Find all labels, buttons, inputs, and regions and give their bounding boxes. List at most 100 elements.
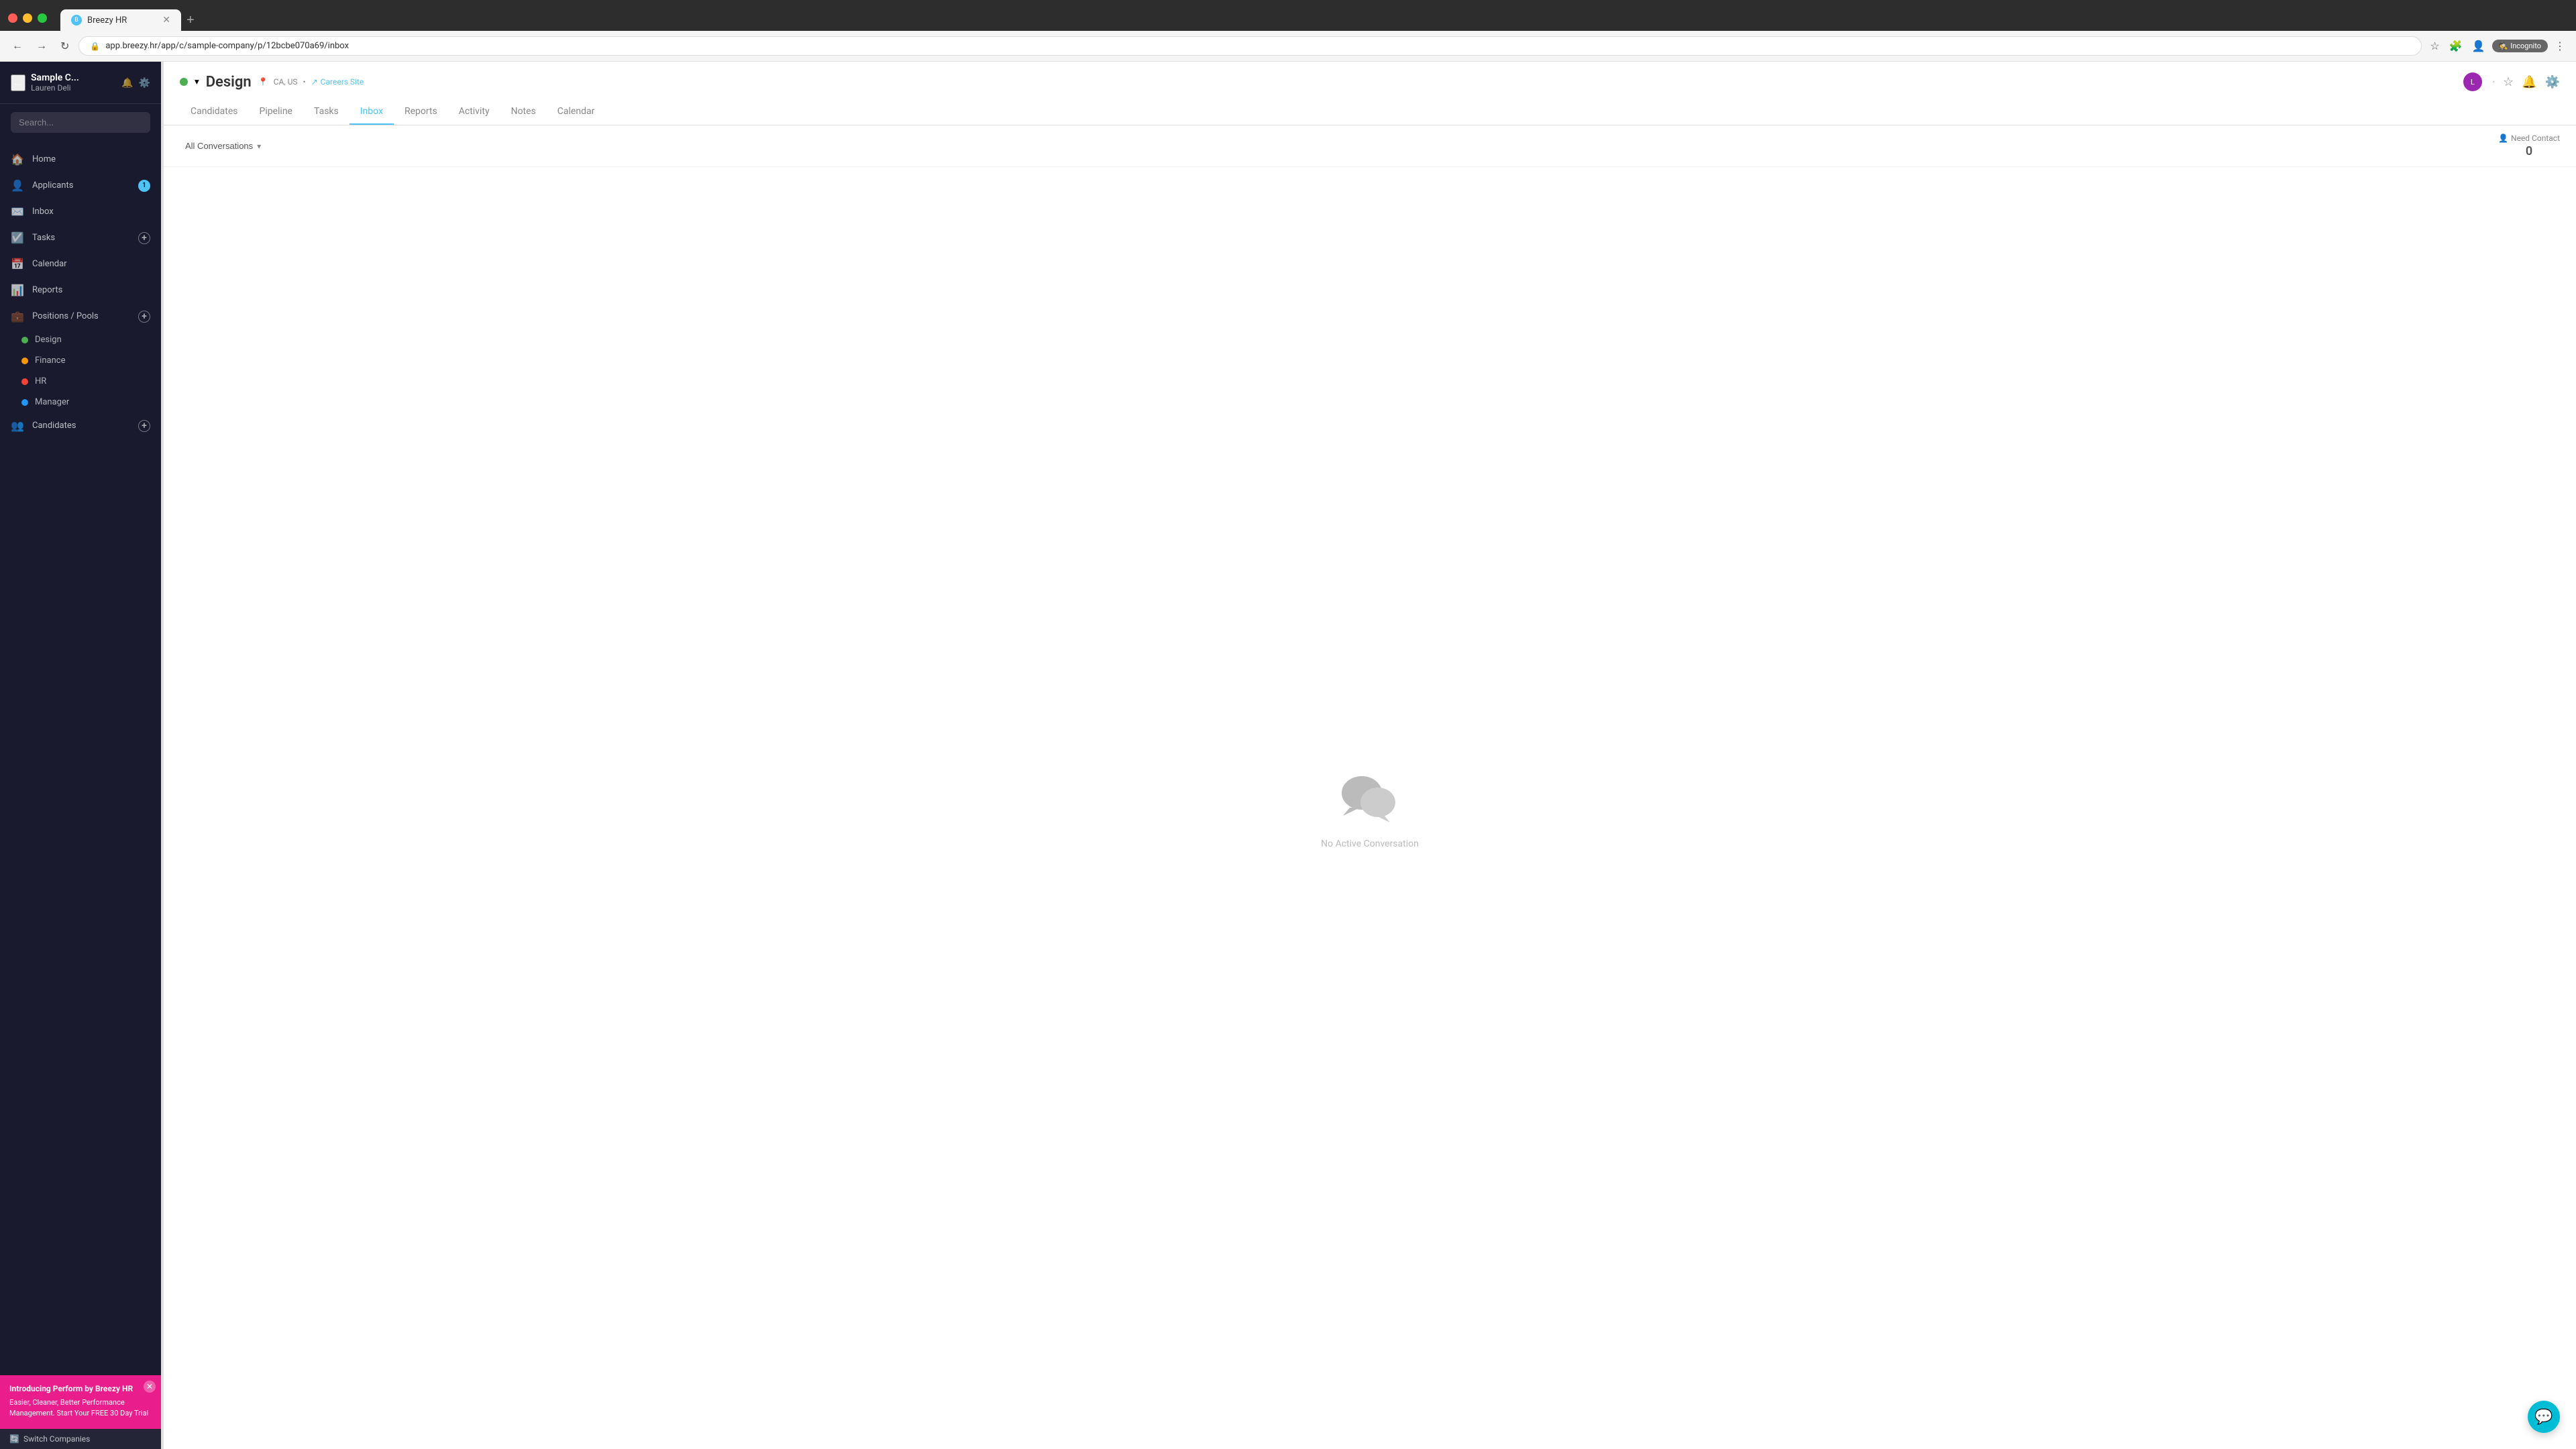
hr-label: HR <box>35 376 46 386</box>
nav-positions-label: Positions / Pools <box>32 311 130 321</box>
positions-badge: + <box>138 311 150 323</box>
tab-activity[interactable]: Activity <box>448 99 500 125</box>
chat-icon: 💬 <box>2534 1409 2553 1426</box>
extensions-button[interactable]: 🧩 <box>2447 37 2465 56</box>
tab-pipeline[interactable]: Pipeline <box>249 99 304 125</box>
tab-inbox[interactable]: Inbox <box>350 99 394 125</box>
nav-home-label: Home <box>32 154 150 164</box>
promo-subtitle: Easier, Cleaner, Better Performance Mana… <box>9 1397 152 1418</box>
promo-close-button[interactable]: ✕ <box>144 1381 156 1393</box>
window-minimize-button[interactable] <box>23 13 32 23</box>
main-content: ▾ Design 📍 CA, US • ↗ Careers Site L <box>164 62 2576 1449</box>
back-button[interactable]: ← <box>8 38 27 55</box>
tab-reports[interactable]: Reports <box>394 99 448 125</box>
location-pin-icon: 📍 <box>258 77 268 87</box>
position-hr[interactable]: HR <box>11 371 161 392</box>
user-name: Lauren Deli <box>31 83 116 93</box>
forward-button[interactable]: → <box>32 38 51 55</box>
notifications-button[interactable]: 🔔 <box>121 77 133 89</box>
menu-button[interactable]: ⋮ <box>2552 37 2568 56</box>
switch-label: Switch Companies <box>23 1434 90 1444</box>
reports-icon: 📊 <box>11 284 24 297</box>
position-manager[interactable]: Manager <box>11 392 161 413</box>
tab-bar: B Breezy HR ✕ + <box>52 9 208 31</box>
need-contact-label: 👤 Need Contact <box>2498 133 2560 143</box>
hr-status-dot <box>21 378 28 385</box>
sidebar-back-button[interactable]: ← <box>11 74 25 91</box>
sidebar-item-applicants[interactable]: 👤 Applicants 1 <box>0 172 161 199</box>
external-link-icon: ↗ <box>311 77 318 87</box>
nav-candidates-label: Candidates <box>32 421 130 431</box>
sidebar-header-icons: 🔔 ⚙️ <box>121 77 150 89</box>
sidebar-item-home[interactable]: 🏠 Home <box>0 146 161 172</box>
sidebar-header: ← Sample C... Lauren Deli 🔔 ⚙️ <box>0 62 161 104</box>
filter-label: All Conversations <box>185 141 253 151</box>
chat-bubbles-svg <box>1336 767 1403 828</box>
careers-site-link[interactable]: ↗ Careers Site <box>311 77 364 87</box>
address-bar[interactable]: 🔒 app.breezy.hr/app/c/sample-company/p/1… <box>78 36 2422 56</box>
sidebar-search-container <box>0 104 161 141</box>
nav-reports-label: Reports <box>32 285 150 295</box>
calendar-icon: 📅 <box>11 258 24 270</box>
app-container: ← Sample C... Lauren Deli 🔔 ⚙️ 🏠 Home 👤 … <box>0 62 2576 1449</box>
toolbar-actions: ☆ 🧩 👤 🕵️ Incognito ⋮ <box>2427 37 2568 56</box>
sidebar-item-candidates[interactable]: 👥 Candidates + <box>0 413 161 439</box>
position-status-indicator <box>180 78 188 86</box>
browser-toolbar: ← → ↻ 🔒 app.breezy.hr/app/c/sample-compa… <box>0 31 2576 62</box>
tab-notes[interactable]: Notes <box>500 99 547 125</box>
user-avatar: L <box>2463 72 2482 91</box>
promo-banner[interactable]: ✕ Introducing Perform by Breezy HR Easie… <box>0 1375 161 1429</box>
status-dropdown-arrow: ▾ <box>195 76 199 87</box>
candidates-badge: + <box>138 420 150 432</box>
switch-companies-button[interactable]: 🔄 Switch Companies <box>0 1429 161 1449</box>
address-text: app.breezy.hr/app/c/sample-company/p/12b… <box>105 41 349 51</box>
window-maximize-button[interactable] <box>38 13 47 23</box>
need-contact-count: 0 <box>2526 144 2532 158</box>
tab-calendar[interactable]: Calendar <box>547 99 606 125</box>
design-status-dot <box>21 337 28 343</box>
empty-conversations-icon <box>1336 767 1403 828</box>
status-dropdown-button[interactable]: ▾ <box>195 76 199 87</box>
tab-candidates[interactable]: Candidates <box>180 99 249 125</box>
empty-state: No Active Conversation <box>164 167 2576 1449</box>
page-meta: 📍 CA, US • ↗ Careers Site <box>258 77 364 87</box>
sidebar-item-reports[interactable]: 📊 Reports <box>0 277 161 303</box>
sidebar: ← Sample C... Lauren Deli 🔔 ⚙️ 🏠 Home 👤 … <box>0 62 161 1449</box>
notification-bell-button[interactable]: 🔔 <box>2522 75 2536 89</box>
active-tab[interactable]: B Breezy HR ✕ <box>60 9 181 31</box>
promo-title: Introducing Perform by Breezy HR <box>9 1383 152 1395</box>
sidebar-company-info: Sample C... Lauren Deli <box>31 72 116 93</box>
finance-label: Finance <box>35 356 65 366</box>
tab-close-button[interactable]: ✕ <box>162 15 170 25</box>
star-button[interactable]: ☆ <box>2503 75 2514 89</box>
bookmark-button[interactable]: ☆ <box>2427 37 2442 56</box>
window-close-button[interactable] <box>8 13 17 23</box>
search-input[interactable] <box>11 112 150 133</box>
avatar-count: · <box>2493 77 2495 87</box>
chat-support-button[interactable]: 💬 <box>2528 1401 2560 1433</box>
manager-status-dot <box>21 399 28 406</box>
nav-applicants-label: Applicants <box>32 180 130 191</box>
tab-tasks[interactable]: Tasks <box>303 99 350 125</box>
finance-status-dot <box>21 358 28 364</box>
content-toolbar: All Conversations ▾ 👤 Need Contact 0 <box>164 125 2576 167</box>
nav-inbox-label: Inbox <box>32 207 150 217</box>
page-settings-button[interactable]: ⚙️ <box>2545 75 2560 89</box>
sidebar-item-inbox[interactable]: ✉️ Inbox <box>0 199 161 225</box>
sidebar-item-calendar[interactable]: 📅 Calendar <box>0 251 161 277</box>
settings-button[interactable]: ⚙️ <box>139 77 150 89</box>
profile-button[interactable]: 👤 <box>2469 37 2488 56</box>
window-controls <box>8 13 47 23</box>
position-finance[interactable]: Finance <box>11 350 161 371</box>
tab-favicon: B <box>71 15 82 25</box>
new-tab-button[interactable]: + <box>181 10 200 31</box>
sidebar-item-tasks[interactable]: ☑️ Tasks + <box>0 225 161 251</box>
home-icon: 🏠 <box>11 153 24 166</box>
candidates-icon: 👥 <box>11 419 24 432</box>
sidebar-item-positions-pools[interactable]: 💼 Positions / Pools + <box>0 303 161 329</box>
page-header-top: ▾ Design 📍 CA, US • ↗ Careers Site L <box>180 72 2560 91</box>
position-design[interactable]: Design <box>11 329 161 350</box>
conversations-filter-dropdown[interactable]: All Conversations ▾ <box>180 138 266 154</box>
reload-button[interactable]: ↻ <box>56 37 73 56</box>
tasks-badge: + <box>138 232 150 244</box>
